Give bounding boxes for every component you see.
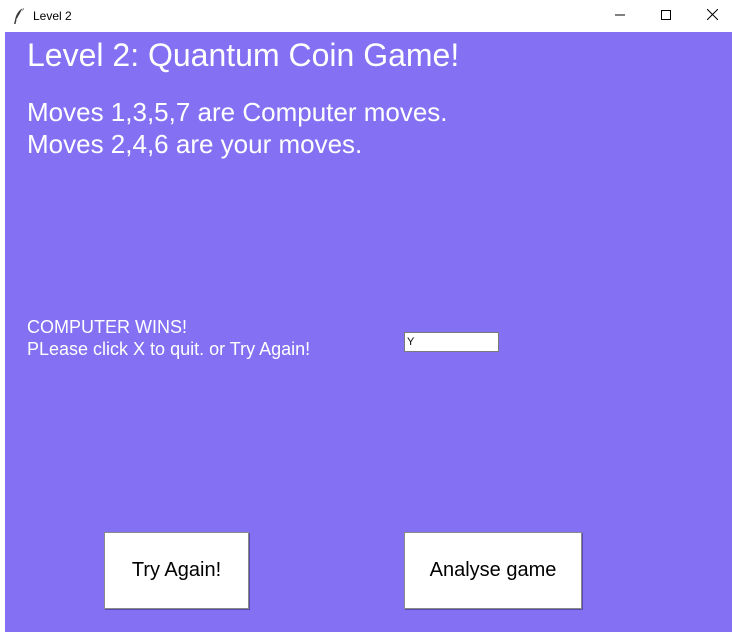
page-title: Level 2: Quantum Coin Game! — [27, 37, 460, 73]
maximize-button[interactable] — [643, 0, 689, 32]
app-window: Level 2 Level 2: Quantum Coin Game! Move… — [0, 0, 732, 632]
move-input[interactable] — [404, 332, 499, 352]
window-title: Level 2 — [33, 9, 72, 23]
rules-line-computer: Moves 1,3,5,7 are Computer moves. — [27, 97, 448, 127]
maximize-icon — [661, 7, 671, 25]
game-panel: Level 2: Quantum Coin Game! Moves 1,3,5,… — [5, 32, 732, 632]
status-result: COMPUTER WINS! — [27, 317, 187, 337]
status-instruction: PLease click X to quit. or Try Again! — [27, 339, 311, 359]
rules-line-player: Moves 2,4,6 are your moves. — [27, 129, 363, 159]
rules-text: Moves 1,3,5,7 are Computer moves. Moves … — [27, 96, 448, 160]
title-bar[interactable]: Level 2 — [0, 0, 732, 32]
minimize-button[interactable] — [597, 0, 643, 32]
analyse-game-button[interactable]: Analyse game — [404, 532, 582, 609]
close-button[interactable] — [689, 0, 732, 32]
feather-icon — [12, 7, 26, 25]
minimize-icon — [615, 7, 625, 25]
status-text: COMPUTER WINS! PLease click X to quit. o… — [27, 316, 310, 360]
close-icon — [706, 7, 718, 25]
try-again-button[interactable]: Try Again! — [104, 532, 249, 609]
